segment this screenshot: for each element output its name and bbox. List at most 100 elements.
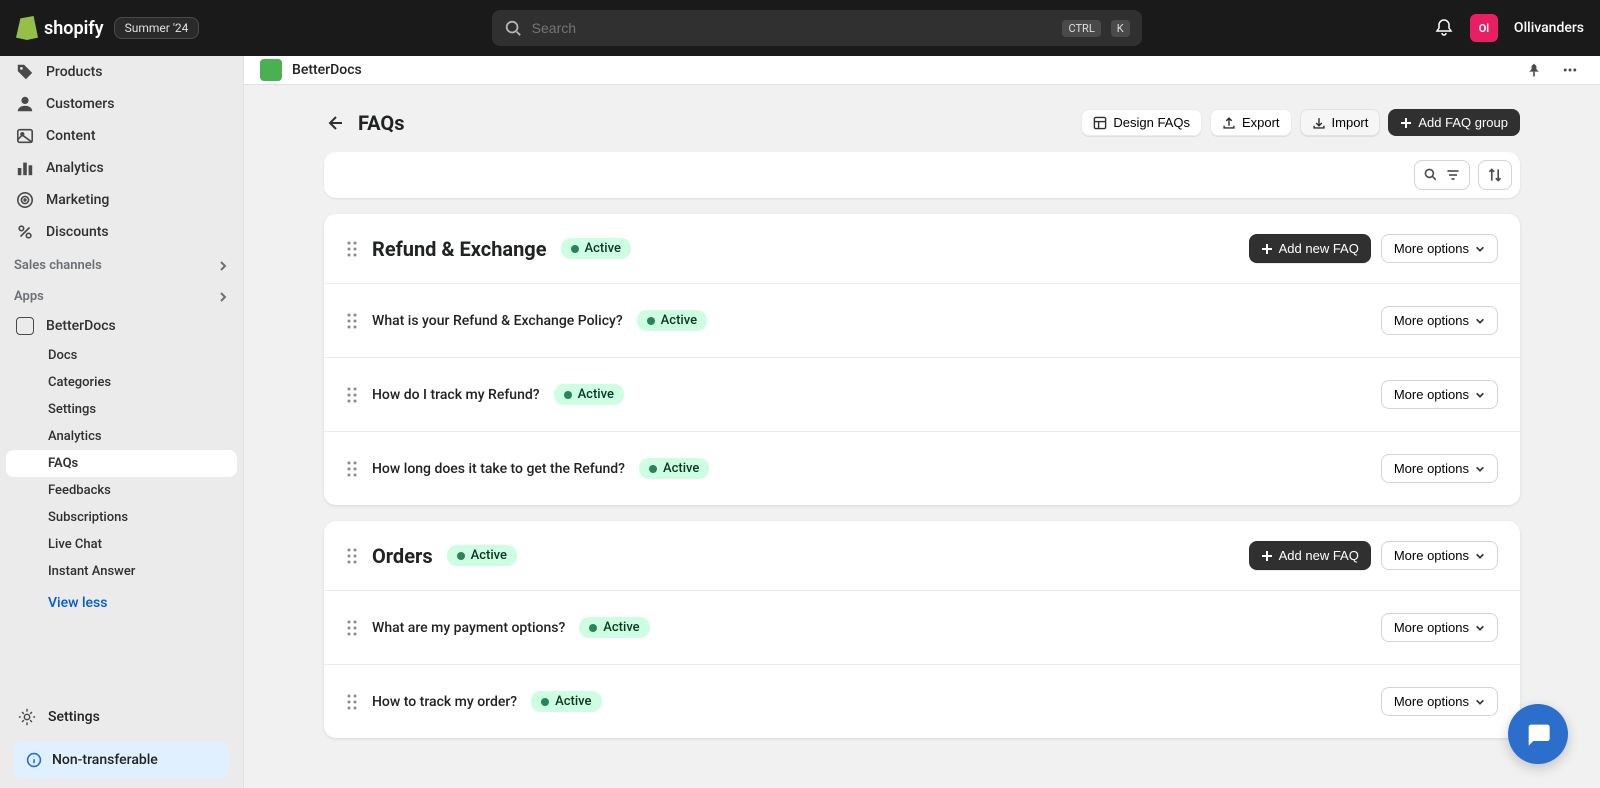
apps-section[interactable]: Apps bbox=[0, 279, 243, 310]
group-header: Orders Active Add new FAQ More options bbox=[324, 521, 1520, 590]
chevron-down-icon bbox=[1475, 316, 1485, 326]
sub-livechat[interactable]: Live Chat bbox=[0, 531, 243, 558]
status-dot-icon bbox=[571, 245, 579, 253]
sidebar-item-content[interactable]: Content bbox=[0, 120, 243, 152]
chat-fab[interactable] bbox=[1508, 704, 1568, 764]
status-badge: Active bbox=[639, 458, 709, 479]
add-new-faq-button[interactable]: Add new FAQ bbox=[1249, 234, 1371, 263]
more-button[interactable] bbox=[1556, 56, 1584, 84]
sub-analytics[interactable]: Analytics bbox=[0, 423, 243, 450]
more-options-button[interactable]: More options bbox=[1381, 687, 1498, 716]
back-arrow-icon[interactable] bbox=[324, 113, 344, 133]
search-filter-button[interactable] bbox=[1414, 160, 1470, 190]
percent-icon bbox=[16, 223, 34, 241]
design-faqs-button[interactable]: Design FAQs bbox=[1081, 109, 1202, 136]
kbd-ctrl: CTRL bbox=[1062, 20, 1100, 37]
view-less-link[interactable]: View less bbox=[0, 585, 243, 621]
faq-question: How do I track my Refund? bbox=[372, 387, 540, 403]
chevron-right-icon bbox=[217, 260, 229, 272]
faq-item: How do I track my Refund? Active More op… bbox=[324, 357, 1520, 431]
faq-question: How to track my order? bbox=[372, 694, 517, 710]
sub-instant-answer[interactable]: Instant Answer bbox=[0, 558, 243, 585]
sidebar-label: Analytics bbox=[46, 160, 104, 176]
more-options-button[interactable]: More options bbox=[1381, 234, 1498, 263]
gear-icon bbox=[18, 708, 36, 726]
sales-channels-section[interactable]: Sales channels bbox=[0, 248, 243, 279]
chevron-down-icon bbox=[1475, 390, 1485, 400]
topbar-right: Ol Ollivanders bbox=[1434, 14, 1584, 42]
sidebar-item-customers[interactable]: Customers bbox=[0, 88, 243, 120]
faq-group: Orders Active Add new FAQ More options bbox=[324, 521, 1520, 738]
status-badge: Active bbox=[579, 617, 649, 638]
search-icon bbox=[1423, 167, 1439, 183]
plus-icon bbox=[1400, 117, 1412, 129]
pin-button[interactable] bbox=[1520, 56, 1548, 84]
sidebar-label: Products bbox=[46, 64, 103, 80]
faq-question: What are my payment options? bbox=[372, 620, 565, 636]
drag-handle-icon[interactable] bbox=[346, 312, 358, 330]
sidebar-item-analytics[interactable]: Analytics bbox=[0, 152, 243, 184]
search-icon bbox=[504, 19, 522, 37]
export-button[interactable]: Export bbox=[1210, 109, 1292, 136]
upload-icon bbox=[1222, 116, 1236, 130]
sub-settings[interactable]: Settings bbox=[0, 396, 243, 423]
drag-handle-icon[interactable] bbox=[346, 460, 358, 478]
topbar: shopify Summer '24 CTRL K Ol Ollivanders bbox=[0, 0, 1600, 56]
status-badge: Active bbox=[637, 310, 707, 331]
pin-icon bbox=[1526, 62, 1542, 78]
app-icon bbox=[260, 59, 282, 81]
more-options-button[interactable]: More options bbox=[1381, 541, 1498, 570]
sidebar-item-marketing[interactable]: Marketing bbox=[0, 184, 243, 216]
drag-handle-icon[interactable] bbox=[346, 693, 358, 711]
sidebar-item-discounts[interactable]: Discounts bbox=[0, 216, 243, 248]
drag-handle-icon[interactable] bbox=[346, 619, 358, 637]
status-dot-icon bbox=[541, 698, 549, 706]
more-options-button[interactable]: More options bbox=[1381, 613, 1498, 642]
status-dot-icon bbox=[589, 624, 597, 632]
username[interactable]: Ollivanders bbox=[1514, 20, 1584, 36]
sub-faqs[interactable]: FAQs bbox=[6, 450, 237, 477]
breadcrumb: BetterDocs bbox=[260, 59, 362, 81]
status-badge: Active bbox=[531, 691, 601, 712]
download-icon bbox=[1312, 116, 1326, 130]
shopify-logo[interactable]: shopify bbox=[16, 16, 104, 40]
search-input[interactable] bbox=[532, 20, 1053, 36]
import-button[interactable]: Import bbox=[1300, 109, 1381, 136]
sidebar-item-products[interactable]: Products bbox=[0, 56, 243, 88]
add-faq-group-button[interactable]: Add FAQ group bbox=[1388, 109, 1520, 136]
content: FAQs Design FAQs Export Import bbox=[244, 85, 1600, 788]
bell-icon[interactable] bbox=[1434, 18, 1454, 38]
drag-handle-icon[interactable] bbox=[346, 240, 358, 258]
shopify-icon bbox=[16, 16, 38, 40]
avatar[interactable]: Ol bbox=[1470, 14, 1498, 42]
add-new-faq-button[interactable]: Add new FAQ bbox=[1249, 541, 1371, 570]
sort-icon bbox=[1487, 167, 1503, 183]
sidebar-settings[interactable]: Settings bbox=[14, 700, 229, 734]
sort-button[interactable] bbox=[1478, 160, 1512, 190]
sub-feedbacks[interactable]: Feedbacks bbox=[0, 477, 243, 504]
non-transferable-badge[interactable]: Non-transferable bbox=[14, 742, 229, 778]
drag-handle-icon[interactable] bbox=[346, 547, 358, 565]
sidebar-label: Content bbox=[46, 128, 96, 144]
target-icon bbox=[16, 191, 34, 209]
sub-categories[interactable]: Categories bbox=[0, 369, 243, 396]
main: BetterDocs FAQs Des bbox=[244, 56, 1600, 788]
faq-group: Refund & Exchange Active Add new FAQ Mor… bbox=[324, 214, 1520, 505]
person-icon bbox=[16, 95, 34, 113]
app-name: BetterDocs bbox=[292, 62, 362, 78]
more-options-button[interactable]: More options bbox=[1381, 454, 1498, 483]
group-header: Refund & Exchange Active Add new FAQ Mor… bbox=[324, 214, 1520, 283]
drag-handle-icon[interactable] bbox=[346, 386, 358, 404]
searchbar[interactable]: CTRL K bbox=[492, 10, 1142, 46]
main-header: BetterDocs bbox=[244, 56, 1600, 85]
sub-docs[interactable]: Docs bbox=[0, 342, 243, 369]
faq-item: How to track my order? Active More optio… bbox=[324, 664, 1520, 738]
sidebar-item-betterdocs[interactable]: BetterDocs bbox=[0, 310, 243, 342]
status-badge: Active bbox=[447, 545, 517, 566]
more-options-button[interactable]: More options bbox=[1381, 306, 1498, 335]
toolbar-card bbox=[324, 152, 1520, 198]
page-actions: Design FAQs Export Import Add FAQ group bbox=[1081, 109, 1520, 136]
faq-question: What is your Refund & Exchange Policy? bbox=[372, 313, 623, 329]
more-options-button[interactable]: More options bbox=[1381, 380, 1498, 409]
sub-subscriptions[interactable]: Subscriptions bbox=[0, 504, 243, 531]
